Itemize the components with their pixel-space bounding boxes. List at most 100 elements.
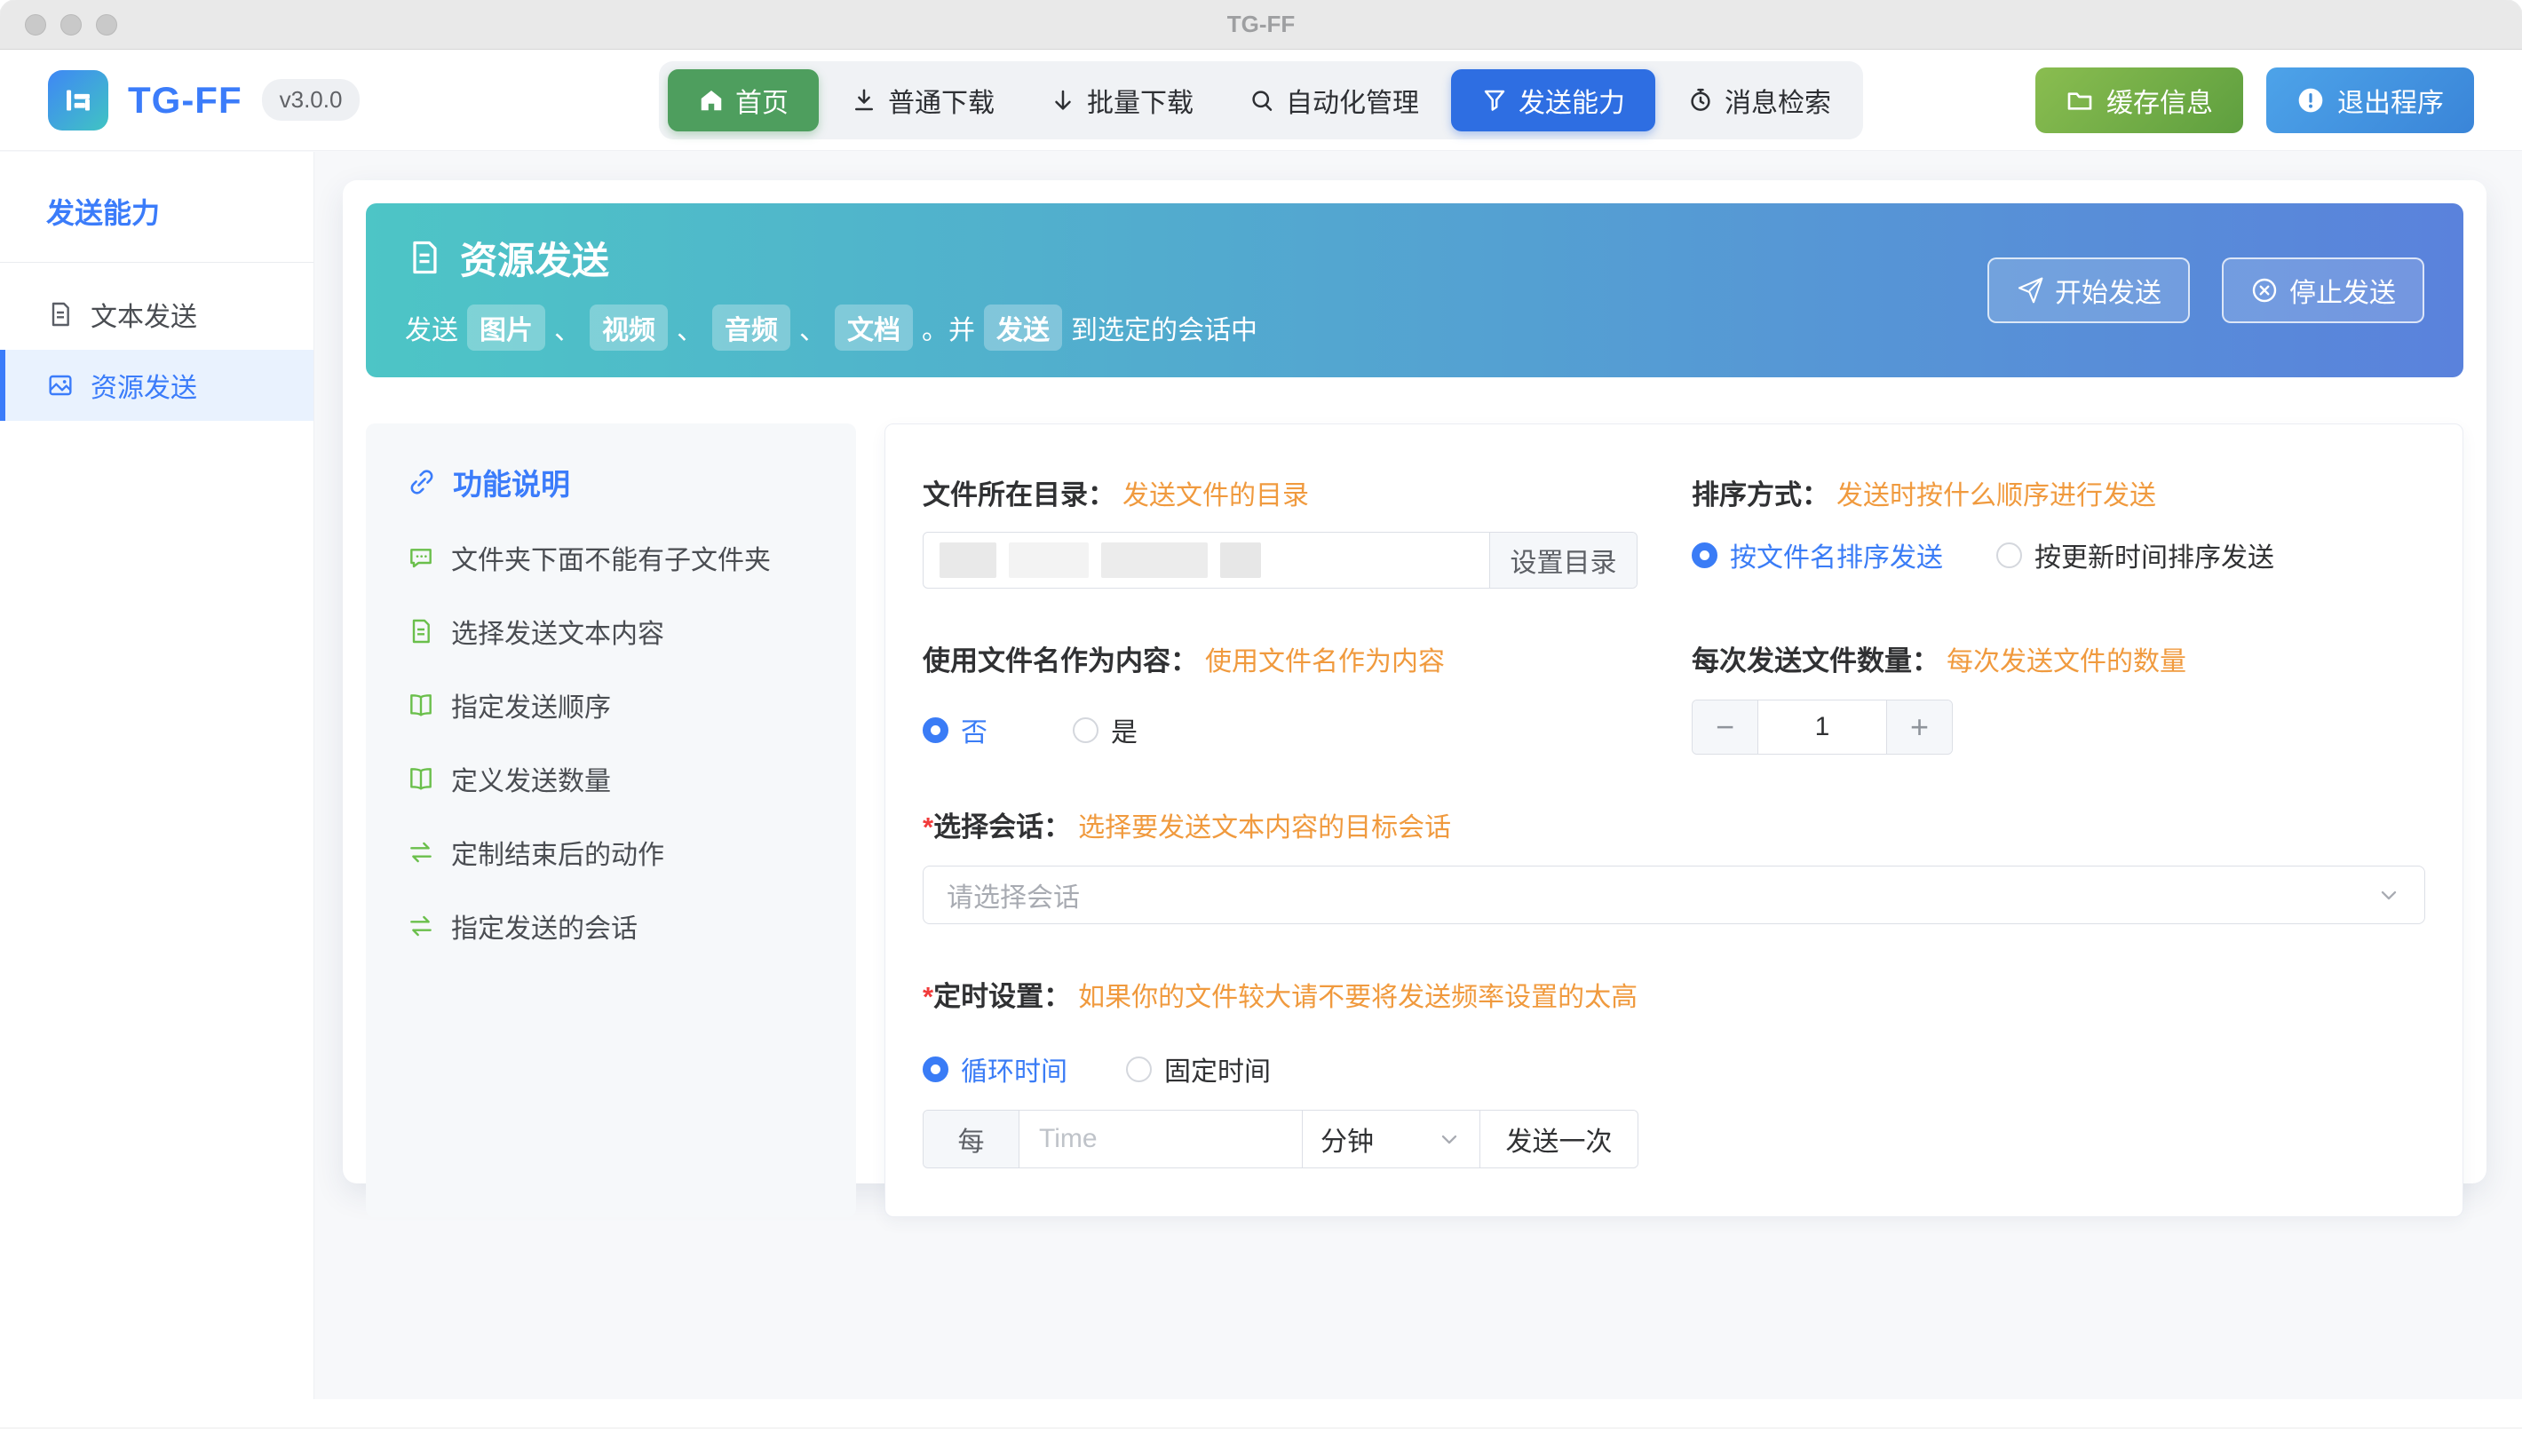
- stop-send-button[interactable]: 停止发送: [2222, 257, 2424, 323]
- window-bottom-strip: [0, 1399, 2522, 1428]
- sort-hint: 发送时按什么顺序进行发送: [1836, 481, 2156, 510]
- radio-dot: [923, 1056, 948, 1082]
- stepper-plus-button[interactable]: +: [1887, 700, 1952, 754]
- count-stepper: − 1 +: [1692, 700, 1953, 755]
- tab-home[interactable]: 首页: [668, 69, 819, 131]
- brand-name: TG-FF: [128, 79, 242, 122]
- exclamation-circle-icon: [2296, 86, 2325, 115]
- stopwatch-icon: [1687, 87, 1714, 114]
- document-icon: [407, 617, 435, 645]
- directory-section: 文件所在目录：发送文件的目录 设置目录: [923, 472, 1656, 589]
- count-hint: 每次发送文件的数量: [1947, 647, 2186, 677]
- send-once-addon: 发送一次: [1479, 1111, 1638, 1167]
- quit-app-button[interactable]: 退出程序: [2266, 67, 2474, 133]
- filename-label: 使用文件名作为内容：使用文件名作为内容: [923, 638, 1656, 678]
- brand: TG-FF v3.0.0: [48, 70, 360, 131]
- session-label: *选择会话：选择要发送文本内容的目标会话: [923, 804, 2425, 844]
- sidebar-title: 发送能力: [0, 152, 313, 262]
- circle-x-icon: [2250, 276, 2279, 305]
- tag-send: 发送: [984, 305, 1062, 351]
- feature-item-send-order: 指定发送顺序: [407, 685, 829, 724]
- set-directory-button[interactable]: 设置目录: [1489, 533, 1637, 588]
- tag-image: 图片: [467, 305, 545, 351]
- radio-sort-by-updated[interactable]: 按更新时间排序发送: [1996, 535, 2274, 574]
- main-tabbar: 首页 普通下载 批量下载 自动化管理 发送能力 消息检索: [659, 61, 1863, 139]
- download-icon: [851, 87, 877, 114]
- interval-prefix: 每: [924, 1111, 1019, 1167]
- radio-sort-by-filename[interactable]: 按文件名排序发送: [1692, 535, 1943, 574]
- open-book-icon: [407, 691, 435, 719]
- session-select-placeholder: 请选择会话: [947, 875, 1080, 914]
- home-icon: [698, 87, 725, 114]
- tab-batch-download[interactable]: 批量下载: [1027, 69, 1217, 131]
- session-hint: 选择要发送文本内容的目标会话: [1078, 813, 1451, 843]
- timer-hint: 如果你的文件较大请不要将发送频率设置的太高: [1078, 983, 1638, 1012]
- sidebar: 发送能力 文本发送 资源发送: [0, 152, 314, 1428]
- radio-loop-time[interactable]: 循环时间: [923, 1049, 1067, 1088]
- interval-input-group: 每 分钟 发送一次: [923, 1110, 1638, 1168]
- tab-send-ability[interactable]: 发送能力: [1451, 69, 1655, 131]
- nav-actions: 缓存信息 退出程序: [2035, 67, 2474, 133]
- radio-filename-no[interactable]: 否: [923, 710, 987, 749]
- stepper-minus-button[interactable]: −: [1693, 700, 1757, 754]
- sidebar-divider: [0, 262, 313, 263]
- filename-as-content-section: 使用文件名作为内容：使用文件名作为内容 否 是: [923, 638, 1656, 755]
- radio-dot: [1073, 717, 1098, 743]
- redacted-text: [940, 542, 996, 578]
- search-icon: [1249, 87, 1275, 114]
- sort-label: 排序方式：发送时按什么顺序进行发送: [1692, 472, 2425, 512]
- chevron-down-icon: [1437, 1127, 1462, 1151]
- directory-input[interactable]: [924, 533, 1489, 588]
- interval-unit-select[interactable]: 分钟: [1302, 1111, 1479, 1167]
- session-section: *选择会话：选择要发送文本内容的目标会话 请选择会话: [923, 804, 2425, 924]
- count-section: 每次发送文件数量：每次发送文件的数量 − 1 +: [1692, 638, 2425, 755]
- radio-dot: [1126, 1056, 1152, 1082]
- paper-plane-icon: [2016, 276, 2044, 305]
- app-window: TG-FF TG-FF v3.0.0 首页 普通下载 批量下载: [0, 0, 2522, 1428]
- tag-audio: 音频: [712, 305, 790, 351]
- filename-hint: 使用文件名作为内容: [1205, 647, 1445, 677]
- interval-time-input[interactable]: [1019, 1111, 1302, 1167]
- radio-filename-yes[interactable]: 是: [1073, 710, 1138, 749]
- link-icon: [407, 467, 437, 497]
- main-area: 资源发送 发送 图片 、 视频 、 音频 、 文档 。并 发送 到选定的会话中: [314, 152, 2522, 1428]
- radio-fixed-time[interactable]: 固定时间: [1126, 1049, 1271, 1088]
- features-title: 功能说明: [407, 461, 829, 503]
- folder-icon: [2066, 86, 2094, 115]
- feature-item-end-action: 定制结束后的动作: [407, 833, 829, 872]
- count-label: 每次发送文件数量：每次发送文件的数量: [1692, 638, 2425, 678]
- sidebar-item-resource-send[interactable]: 资源发送: [0, 350, 313, 421]
- timer-section: *定时设置：如果你的文件较大请不要将发送频率设置的太高 循环时间 固定时间 每 …: [923, 974, 2425, 1168]
- arrow-down-icon: [1050, 87, 1076, 114]
- hero-banner: 资源发送 发送 图片 、 视频 、 音频 、 文档 。并 发送 到选定的会话中: [366, 203, 2463, 377]
- swap-arrows-icon: [407, 912, 435, 940]
- start-send-button[interactable]: 开始发送: [1987, 257, 2190, 323]
- tag-document: 文档: [835, 305, 913, 351]
- sidebar-item-text-send[interactable]: 文本发送: [0, 279, 313, 350]
- timer-label: *定时设置：如果你的文件较大请不要将发送频率设置的太高: [923, 974, 2425, 1014]
- app-logo-icon: [48, 70, 108, 131]
- titlebar: TG-FF: [0, 0, 2522, 50]
- chevron-down-icon: [2376, 882, 2401, 907]
- navbar: TG-FF v3.0.0 首页 普通下载 批量下载 自动化管理 发送能: [0, 50, 2522, 151]
- tab-message-search[interactable]: 消息检索: [1664, 69, 1854, 131]
- redacted-text: [1101, 542, 1208, 578]
- session-select[interactable]: 请选择会话: [923, 866, 2425, 924]
- stepper-value[interactable]: 1: [1757, 700, 1887, 754]
- content-card: 资源发送 发送 图片 、 视频 、 音频 、 文档 。并 发送 到选定的会话中: [343, 180, 2486, 1183]
- tab-normal-download[interactable]: 普通下载: [828, 69, 1018, 131]
- directory-hint: 发送文件的目录: [1122, 481, 1309, 510]
- tab-automation[interactable]: 自动化管理: [1225, 69, 1442, 131]
- window-title: TG-FF: [0, 11, 2522, 38]
- hero-title: 资源发送: [460, 231, 609, 285]
- funnel-icon: [1481, 87, 1508, 114]
- version-badge: v3.0.0: [262, 79, 361, 121]
- feature-item-no-subfolder: 文件夹下面不能有子文件夹: [407, 538, 829, 577]
- cache-info-button[interactable]: 缓存信息: [2035, 67, 2243, 133]
- hero-subtitle: 发送 图片 、 视频 、 音频 、 文档 。并 发送 到选定的会话中: [405, 305, 1257, 351]
- tag-video: 视频: [590, 305, 668, 351]
- image-icon: [46, 371, 75, 400]
- chat-bubble-icon: [407, 543, 435, 572]
- document-icon: [405, 238, 444, 277]
- radio-dot: [923, 717, 948, 743]
